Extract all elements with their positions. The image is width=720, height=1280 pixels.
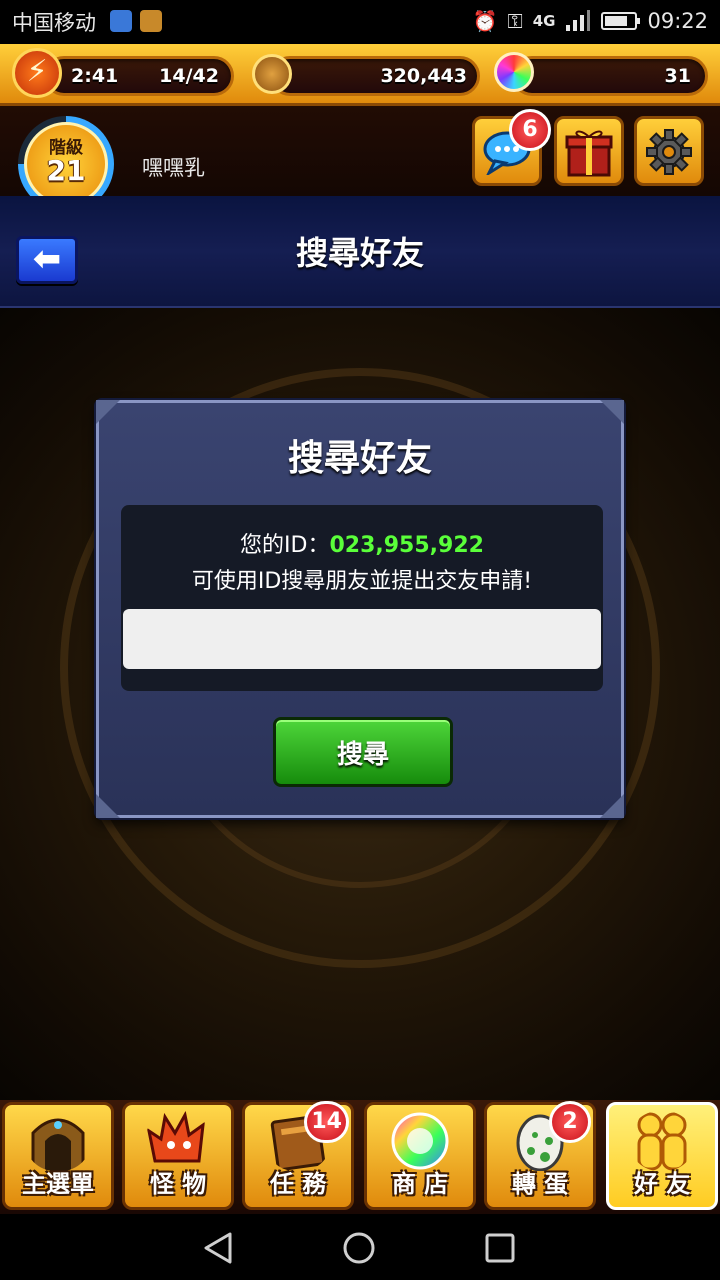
nav-label: 主選單 xyxy=(22,1170,94,1198)
dialog-corner xyxy=(96,400,120,424)
dialog-title: 搜尋好友 xyxy=(287,438,432,479)
rank-number: 21 xyxy=(46,154,86,187)
your-id-label: 您的ID： xyxy=(240,533,330,558)
nav-label: 商 店 xyxy=(391,1170,449,1198)
nav-label: 任 務 xyxy=(269,1170,327,1198)
chat-button[interactable]: 6 xyxy=(472,109,551,186)
settings-button[interactable] xyxy=(634,116,704,186)
gacha-badge: 2 xyxy=(549,1101,591,1143)
search-button[interactable]: 搜尋 xyxy=(273,717,453,787)
coin-value: 320,443 xyxy=(380,65,467,87)
game-header: 2:41 14/42 ⚡ 320,443 31 階級 21 嘿嘿乳 6 xyxy=(0,44,720,212)
recents-square-icon[interactable] xyxy=(482,1231,518,1265)
bottom-nav: 主選單 怪 物 14 任 務 商 店 2 轉 蛋 好 友 xyxy=(0,1100,720,1214)
dialog-corner xyxy=(96,794,120,818)
network-type: 4G xyxy=(532,11,556,30)
stamina-pill: 2:41 14/42 xyxy=(44,56,234,96)
nav-quests[interactable]: 14 任 務 xyxy=(242,1101,354,1210)
dialog-corner xyxy=(600,794,624,818)
search-friend-dialog: 搜尋好友 您的ID：023,955,922 可使用ID搜尋朋友並提出交友申請! … xyxy=(96,400,624,818)
stamina-timer: 2:41 xyxy=(71,65,119,87)
friends-icon xyxy=(637,1112,687,1171)
coin-pill: 320,443 xyxy=(270,56,480,96)
your-id-line: 您的ID：023,955,922 xyxy=(121,527,603,559)
gear-icon xyxy=(646,129,692,175)
rainbow-orb-icon xyxy=(494,52,534,92)
player-name: 嘿嘿乳 xyxy=(142,156,205,180)
monster-icon xyxy=(146,1111,205,1163)
nav-gacha[interactable]: 2 轉 蛋 xyxy=(484,1101,596,1210)
home-circle-icon[interactable] xyxy=(341,1231,377,1265)
friend-id-input[interactable] xyxy=(123,609,601,669)
alarm-icon: ⏰ xyxy=(472,9,498,33)
battery-icon xyxy=(601,12,641,30)
nav-label: 怪 物 xyxy=(149,1170,207,1198)
resource-bar: 2:41 14/42 ⚡ 320,443 31 xyxy=(0,44,720,106)
gift-button[interactable] xyxy=(554,116,624,186)
clock: 09:22 xyxy=(647,9,708,33)
chat-badge: 6 xyxy=(509,109,551,151)
nav-friends[interactable]: 好 友 xyxy=(606,1102,718,1210)
carrier-label: 中国移动 xyxy=(12,11,96,35)
nav-shop[interactable]: 商 店 xyxy=(364,1102,476,1210)
stamina-value: 14/42 xyxy=(159,65,219,87)
dialog-corner xyxy=(600,400,624,424)
title-bar: ⬅ 搜尋好友 xyxy=(0,196,720,308)
nav-main-menu[interactable]: 主選單 xyxy=(2,1102,114,1210)
key-icon: ⚿ xyxy=(507,9,523,33)
back-triangle-icon[interactable] xyxy=(200,1231,236,1265)
health-app-icon xyxy=(110,10,132,32)
status-bar: 中国移动 ⏰ ⚿ 4G 09:22 xyxy=(0,0,720,44)
lightning-icon: ⚡ xyxy=(12,48,62,98)
page-title: 搜尋好友 xyxy=(295,234,424,272)
your-id-value: 023,955,922 xyxy=(329,533,484,558)
rank-inner: 階級 21 xyxy=(24,122,108,206)
notification-app-icon xyxy=(140,10,162,32)
nav-label: 轉 蛋 xyxy=(511,1170,569,1198)
orb-icon xyxy=(391,1112,449,1170)
gift-box-icon xyxy=(565,130,613,177)
nav-label: 好 友 xyxy=(633,1170,691,1198)
system-nav-bar xyxy=(0,1214,720,1280)
gate-icon xyxy=(31,1118,85,1171)
search-hint: 可使用ID搜尋朋友並提出交友申請! xyxy=(191,569,533,594)
signal-icon xyxy=(566,10,591,31)
orb-value: 31 xyxy=(664,65,691,87)
coin-icon xyxy=(252,54,292,94)
quests-badge: 14 xyxy=(304,1101,349,1143)
orb-pill: 31 xyxy=(512,56,708,96)
nav-monsters[interactable]: 怪 物 xyxy=(122,1102,234,1210)
